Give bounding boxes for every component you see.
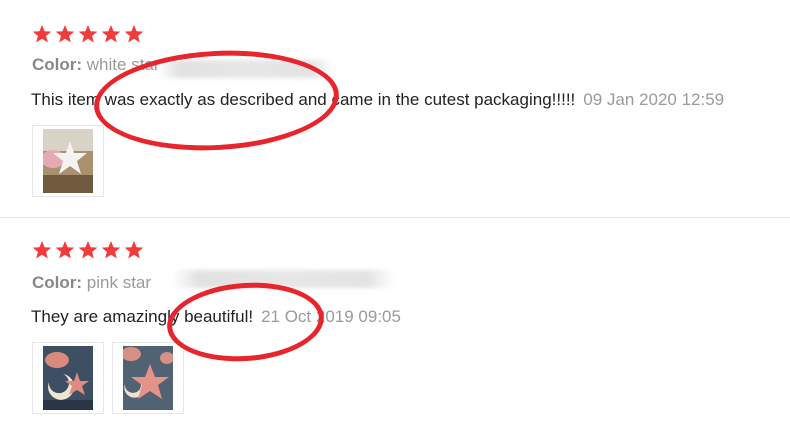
blurred-name — [172, 270, 394, 288]
star-icon — [78, 241, 98, 259]
blurred-name — [158, 60, 333, 78]
review-photos — [32, 125, 104, 197]
review-item: Color: white star This item was exactly … — [0, 0, 790, 217]
star-icon — [32, 25, 52, 43]
star-icon — [55, 25, 75, 43]
review-text: This item was exactly as described and c… — [31, 90, 576, 109]
review-body: This item was exactly as described and c… — [31, 90, 724, 110]
star-icon — [124, 25, 144, 43]
star-rating — [32, 240, 144, 260]
review-photo-thumbnail[interactable] — [112, 342, 184, 414]
color-variant: Color: white star — [32, 55, 160, 75]
review-photo-thumbnail[interactable] — [32, 125, 104, 197]
color-label: Color: — [32, 55, 83, 74]
star-icon — [32, 241, 52, 259]
star-icon — [78, 25, 98, 43]
review-photos — [32, 342, 184, 414]
review-text: They are amazingly beautiful! — [31, 307, 254, 326]
color-label: Color: — [32, 273, 83, 292]
star-icon — [101, 25, 121, 43]
star-icon — [124, 241, 144, 259]
color-value: white star — [86, 55, 160, 74]
color-value: pink star — [86, 273, 152, 292]
color-variant: Color: pink star — [32, 273, 151, 293]
review-photo-pink-star-moon — [123, 346, 173, 410]
review-item: Color: pink star They are amazingly beau… — [0, 218, 790, 428]
review-photo-pink-star-moon — [43, 346, 93, 410]
review-date: 21 Oct 2019 09:05 — [261, 307, 401, 326]
star-icon — [101, 241, 121, 259]
review-photo-white-star — [43, 129, 93, 193]
review-date: 09 Jan 2020 12:59 — [583, 90, 725, 109]
review-body: They are amazingly beautiful! 21 Oct 2019… — [31, 307, 401, 327]
star-icon — [55, 241, 75, 259]
star-rating — [32, 24, 144, 44]
review-photo-thumbnail[interactable] — [32, 342, 104, 414]
